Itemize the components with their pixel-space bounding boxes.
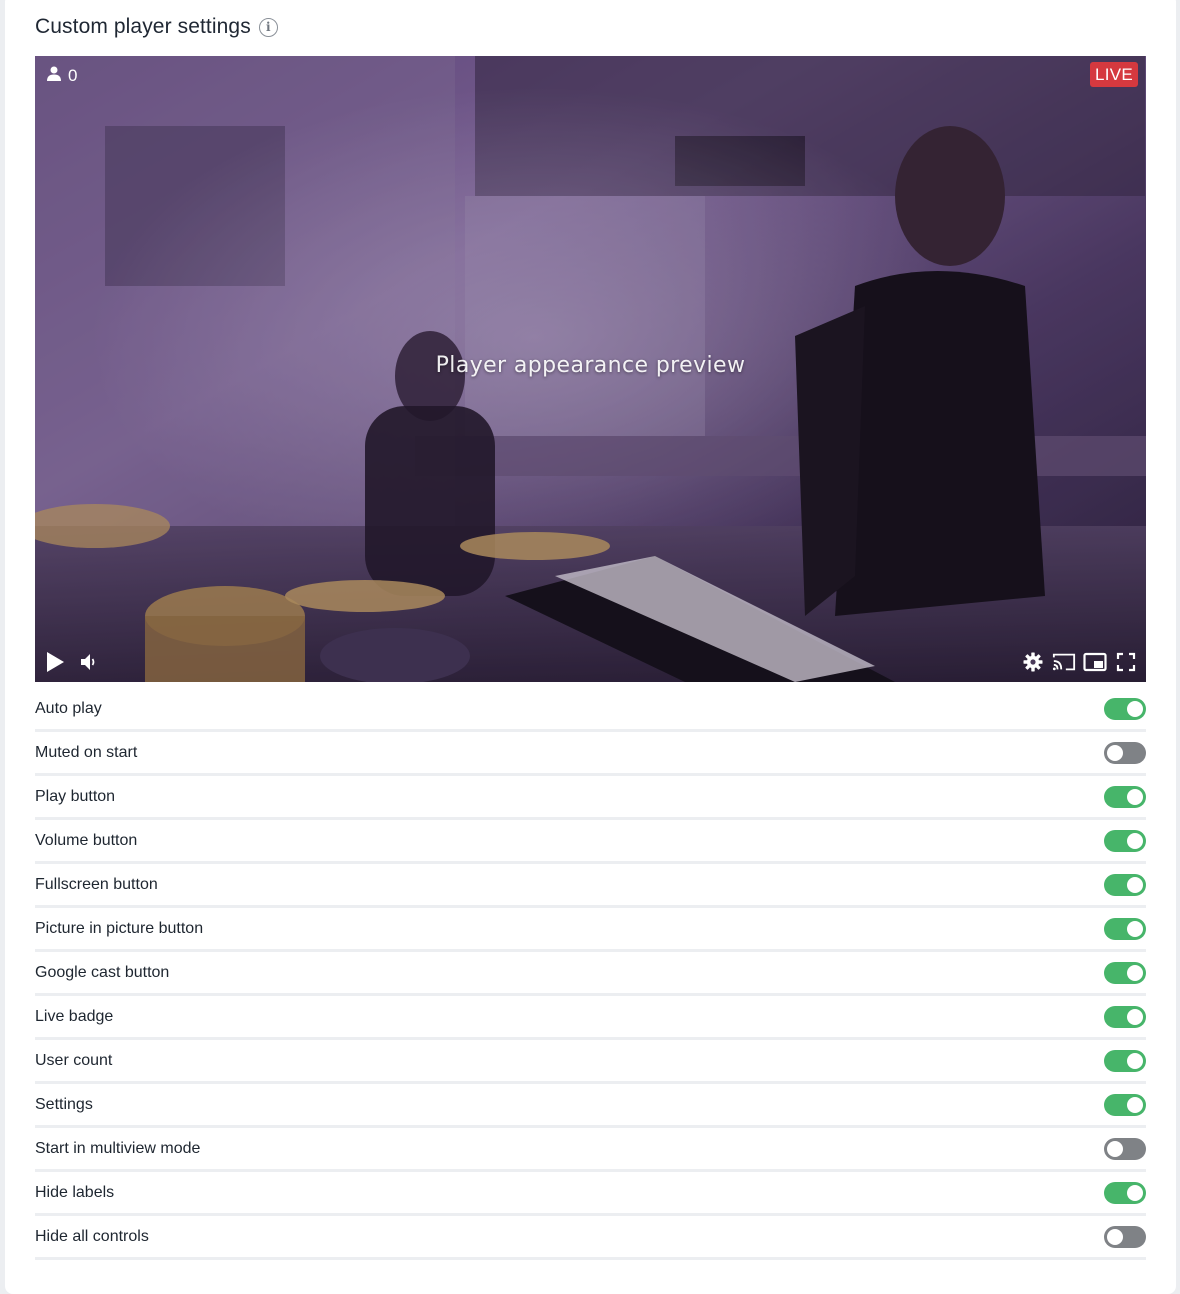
setting-row-muted-on-start: Muted on start [35,732,1146,776]
toggle-picture-in-picture-button[interactable] [1104,917,1146,940]
toggle-knob [1127,876,1143,893]
settings-list: Auto play Muted on start Play button Volume… [35,688,1146,1260]
setting-label: Play button [35,787,116,805]
setting-row-hide-labels: Hide labels [35,1172,1146,1216]
toggle-hide-labels[interactable] [1104,1181,1146,1204]
toggle-knob [1127,1096,1143,1113]
cast-icon[interactable] [1052,650,1076,674]
setting-row-play-button: Play button [35,776,1146,820]
toggle-knob [1127,1184,1143,1201]
toggle-google-cast-button[interactable] [1104,961,1146,984]
setting-label: Muted on start [35,743,138,761]
play-icon[interactable] [43,650,67,674]
picture-in-picture-icon[interactable] [1083,650,1107,674]
setting-row-volume-button: Volume button [35,820,1146,864]
volume-icon[interactable] [77,650,101,674]
toggle-play-button[interactable] [1104,785,1146,808]
toggle-auto-play[interactable] [1104,697,1146,720]
toggle-live-badge[interactable] [1104,1005,1146,1028]
setting-label: User count [35,1051,113,1069]
setting-label: Start in multiview mode [35,1139,201,1157]
toggle-knob [1127,832,1143,849]
toggle-knob [1127,964,1143,981]
setting-row-start-in-multiview-mode: Start in multiview mode [35,1128,1146,1172]
setting-label: Picture in picture button [35,919,204,937]
toggle-knob [1107,1228,1123,1245]
toggle-knob [1107,744,1123,761]
setting-label: Auto play [35,699,102,717]
toggle-knob [1127,1052,1143,1069]
setting-label: Hide labels [35,1183,115,1201]
user-icon [47,66,61,86]
setting-label: Live badge [35,1007,114,1025]
setting-label: Volume button [35,831,138,849]
setting-row-settings: Settings [35,1084,1146,1128]
toggle-hide-all-controls[interactable] [1104,1225,1146,1248]
setting-label: Fullscreen button [35,875,158,893]
toggle-fullscreen-button[interactable] [1104,873,1146,896]
player-controls-right [1014,650,1138,674]
header: Custom player settings i [35,12,278,42]
setting-row-live-badge: Live badge [35,996,1146,1040]
user-count: 0 [47,66,77,86]
player-preview: Player appearance preview 0 LIVE [35,56,1146,682]
user-count-value: 0 [68,66,78,85]
preview-label: Player appearance preview [435,353,746,378]
toggle-knob [1127,700,1143,717]
fullscreen-icon[interactable] [1114,650,1138,674]
info-icon[interactable]: i [258,17,278,37]
player-controls-left [43,650,111,674]
page-title: Custom player settings [35,15,251,38]
setting-row-fullscreen-button: Fullscreen button [35,864,1146,908]
setting-label: Google cast button [35,963,170,981]
toggle-volume-button[interactable] [1104,829,1146,852]
toggle-start-in-multiview-mode[interactable] [1104,1137,1146,1160]
toggle-settings[interactable] [1104,1093,1146,1116]
toggle-muted-on-start[interactable] [1104,741,1146,764]
setting-row-google-cast-button: Google cast button [35,952,1146,996]
setting-row-user-count: User count [35,1040,1146,1084]
setting-row-hide-all-controls: Hide all controls [35,1216,1146,1260]
toggle-knob [1107,1140,1123,1157]
setting-row-picture-in-picture-button: Picture in picture button [35,908,1146,952]
setting-label: Hide all controls [35,1227,149,1245]
toggle-user-count[interactable] [1104,1049,1146,1072]
toggle-knob [1127,1008,1143,1025]
setting-label: Settings [35,1095,93,1113]
setting-row-auto-play: Auto play [35,688,1146,732]
gear-icon[interactable] [1021,650,1045,674]
toggle-knob [1127,920,1143,937]
toggle-knob [1127,788,1143,805]
live-badge: LIVE [1089,62,1138,87]
